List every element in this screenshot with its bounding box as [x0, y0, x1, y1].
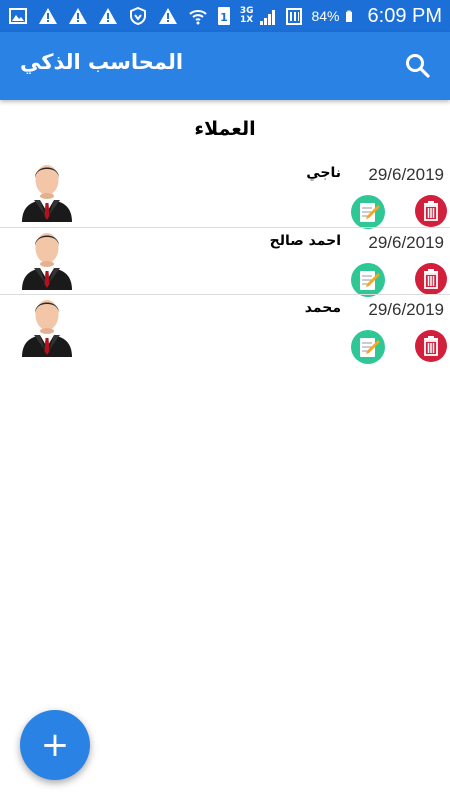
trash-icon — [424, 336, 438, 356]
avatar — [22, 233, 72, 290]
customer-name: محمد — [304, 300, 341, 316]
avatar — [22, 300, 72, 357]
gallery-icon — [9, 8, 27, 24]
status-bar: 1 3G 1X 84% 6:09 PM — [0, 0, 450, 32]
edit-icon — [360, 203, 380, 222]
data-icon — [286, 8, 303, 25]
edit-button[interactable] — [351, 263, 385, 297]
battery-percent: 84% — [311, 8, 340, 24]
warning-icon — [69, 8, 87, 24]
customer-date: 29/6/2019 — [368, 233, 444, 252]
warning-icon — [99, 8, 117, 24]
battery-icon — [345, 10, 352, 22]
section-title: العملاء — [194, 118, 256, 140]
shield-icon — [130, 6, 146, 26]
avatar — [22, 165, 72, 222]
edit-icon — [360, 271, 380, 290]
clock: 6:09 PM — [367, 4, 442, 27]
customer-date: 29/6/2019 — [368, 300, 444, 319]
network-type: 3G 1X — [240, 7, 254, 25]
edit-button[interactable] — [351, 195, 385, 229]
network-label-1x: 1X — [240, 15, 254, 25]
add-customer-button[interactable]: + — [20, 710, 90, 780]
customer-date: 29/6/2019 — [368, 165, 444, 184]
search-button[interactable] — [404, 52, 432, 80]
edit-icon — [360, 338, 380, 357]
list-item-customer[interactable]: 29/6/2019 ناجي — [0, 160, 450, 229]
search-icon — [406, 54, 430, 78]
status-notifications — [8, 6, 178, 26]
wifi-icon — [189, 10, 207, 25]
customer-name: ناجي — [306, 165, 341, 181]
customer-name: احمد صالح — [269, 233, 341, 249]
trash-icon — [424, 201, 438, 221]
list-item-customer[interactable]: 29/6/2019 محمد — [0, 295, 450, 364]
app-title: المحاسب الذكي — [20, 50, 184, 74]
delete-button[interactable] — [415, 263, 447, 295]
sim-icon: 1 — [217, 7, 230, 25]
list-item-customer[interactable]: 29/6/2019 احمد صالح — [0, 228, 450, 297]
status-system: 1 3G 1X 84% 6:09 PM — [188, 0, 442, 32]
edit-button[interactable] — [351, 330, 385, 364]
plus-icon: + — [40, 725, 70, 765]
app-bar: المحاسب الذكي — [0, 32, 450, 100]
svg-text:1: 1 — [220, 11, 228, 24]
delete-button[interactable] — [415, 330, 447, 362]
signal-icon — [260, 10, 276, 25]
warning-icon — [39, 8, 57, 24]
trash-icon — [424, 269, 438, 289]
delete-button[interactable] — [415, 195, 447, 227]
warning-icon — [159, 8, 177, 24]
